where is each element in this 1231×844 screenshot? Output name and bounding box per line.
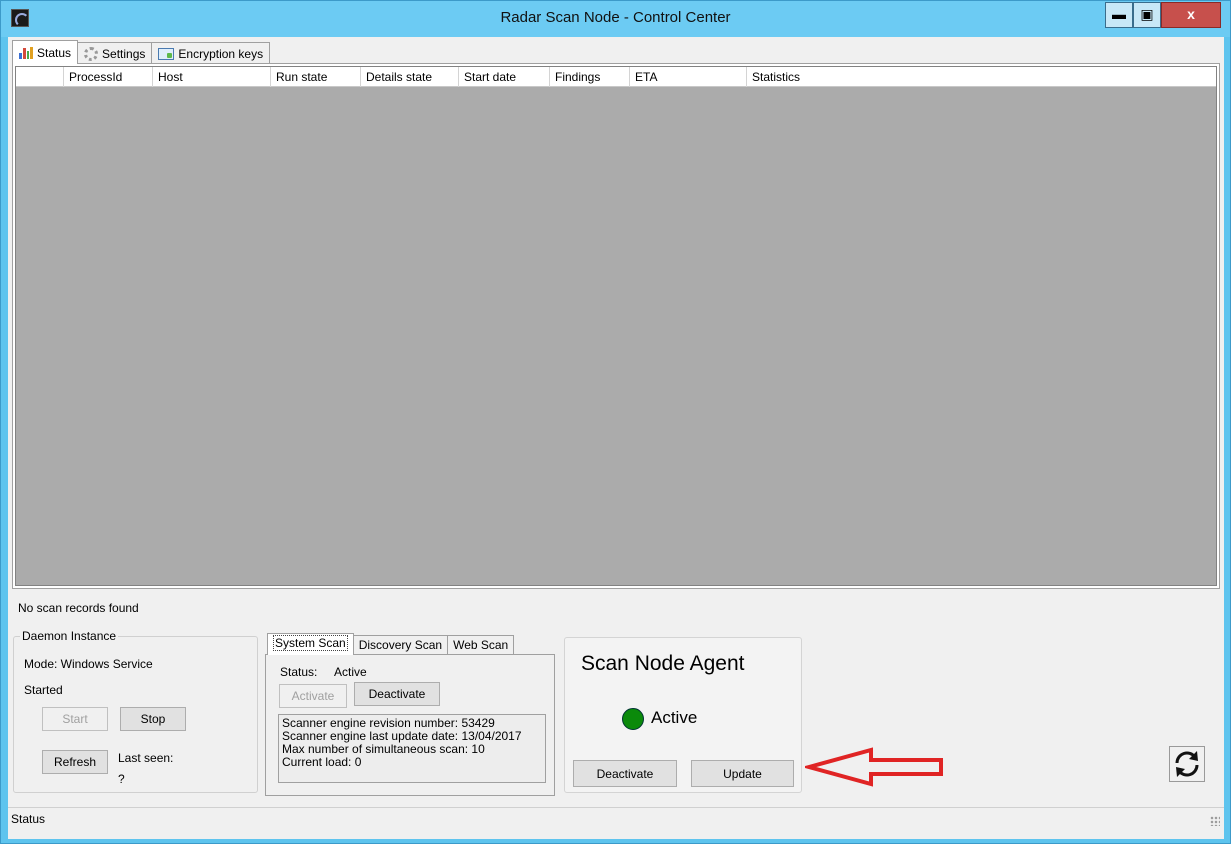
- tab-encryption-keys-label: Encryption keys: [178, 46, 264, 61]
- red-arrow-annotation-icon: [805, 747, 943, 787]
- system-scan-deactivate-button[interactable]: Deactivate: [354, 682, 440, 706]
- daemon-refresh-button[interactable]: Refresh: [42, 750, 108, 774]
- gear-icon: [84, 46, 99, 61]
- daemon-instance-legend: Daemon Instance: [20, 629, 119, 643]
- close-button[interactable]: x: [1161, 2, 1221, 28]
- grid-col-run-state[interactable]: Run state: [271, 67, 361, 87]
- scan-type-tabs: System Scan Discovery Scan Web Scan: [267, 633, 515, 655]
- agent-title: Scan Node Agent: [581, 652, 745, 675]
- agent-deactivate-button[interactable]: Deactivate: [573, 760, 677, 787]
- status-bar-text: Status: [11, 812, 46, 826]
- scan-records-grid[interactable]: ProcessId Host Run state Details state S…: [15, 66, 1217, 586]
- tab-web-scan[interactable]: Web Scan: [447, 635, 515, 655]
- tab-encryption-keys[interactable]: Encryption keys: [151, 42, 271, 64]
- daemon-stop-button[interactable]: Stop: [120, 707, 186, 731]
- refresh-icon[interactable]: [1169, 746, 1205, 782]
- grid-col-details-state[interactable]: Details state: [361, 67, 459, 87]
- grid-col-processid[interactable]: ProcessId: [64, 67, 153, 87]
- main-tabs: Status Settings Encryption keys: [12, 40, 271, 64]
- title-bar[interactable]: Radar Scan Node - Control Center ▬ ▣ x: [1, 1, 1230, 37]
- agent-update-button[interactable]: Update: [691, 760, 794, 787]
- tab-status[interactable]: Status: [12, 40, 79, 64]
- daemon-mode: Mode: Windows Service: [24, 657, 153, 671]
- tab-discovery-scan[interactable]: Discovery Scan: [352, 635, 449, 655]
- bar-chart-icon: [19, 46, 33, 59]
- daemon-state: Started: [24, 683, 63, 697]
- grid-col-start-date[interactable]: Start date: [459, 67, 550, 87]
- current-load: Current load: 0: [282, 755, 362, 769]
- client-area: Status Settings Encryption keys ProcessI…: [8, 37, 1224, 839]
- daemon-instance-group: Daemon Instance Mode: Windows Service St…: [13, 629, 258, 793]
- tab-status-label: Status: [37, 45, 72, 60]
- maximize-button[interactable]: ▣: [1133, 2, 1161, 28]
- agent-status-text: Active: [651, 708, 698, 727]
- key-folder-icon: [158, 47, 175, 60]
- grid-header: ProcessId Host Run state Details state S…: [16, 67, 1216, 87]
- daemon-start-button[interactable]: Start: [42, 707, 108, 731]
- last-seen-label: Last seen:: [118, 751, 174, 765]
- app-window: Radar Scan Node - Control Center ▬ ▣ x S…: [0, 0, 1231, 844]
- scan-node-agent-panel: Scan Node Agent Active Deactivate Update: [564, 637, 802, 793]
- agent-status-led: [622, 708, 644, 730]
- window-title: Radar Scan Node - Control Center: [500, 9, 731, 26]
- tab-system-scan[interactable]: System Scan: [267, 633, 354, 655]
- records-status-text: No scan records found: [18, 601, 139, 615]
- resize-grip-icon[interactable]: [1210, 816, 1220, 826]
- minimize-button[interactable]: ▬: [1105, 2, 1133, 28]
- last-seen-value: ?: [118, 772, 125, 786]
- system-scan-status-label: Status:: [280, 665, 318, 679]
- status-tab-panel: ProcessId Host Run state Details state S…: [12, 63, 1220, 589]
- scanner-engine-info: Scanner engine revision number: 53429 Sc…: [278, 714, 546, 783]
- grid-col-findings[interactable]: Findings: [550, 67, 630, 87]
- grid-col-statistics[interactable]: Statistics: [747, 67, 1216, 87]
- grid-col-host[interactable]: Host: [153, 67, 271, 87]
- system-scan-status-value: Active: [334, 665, 367, 679]
- tab-settings[interactable]: Settings: [77, 42, 153, 64]
- tab-settings-label: Settings: [102, 46, 146, 61]
- grid-col-eta[interactable]: ETA: [630, 67, 747, 87]
- system-scan-panel: Status: Active Activate Deactivate Scann…: [265, 654, 555, 796]
- status-bar: Status: [8, 807, 1224, 829]
- grid-col-rowheader[interactable]: [16, 67, 64, 87]
- system-scan-activate-button[interactable]: Activate: [279, 684, 347, 708]
